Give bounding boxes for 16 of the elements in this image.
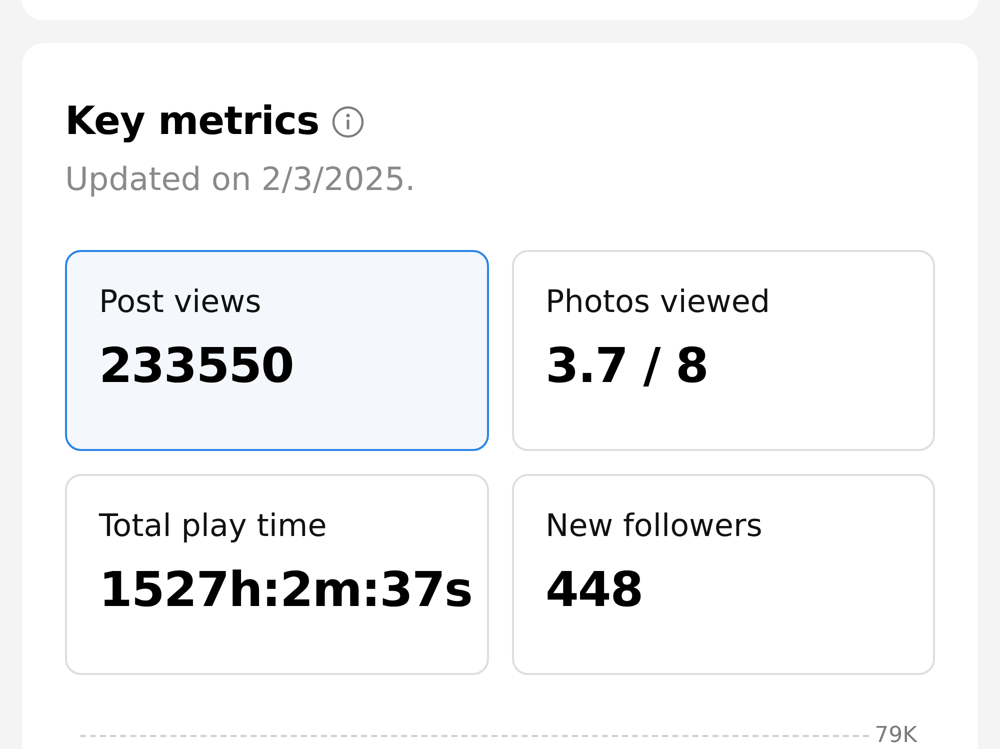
updated-date-text: Updated on 2/3/2025. xyxy=(65,160,416,198)
metric-value: 448 xyxy=(546,562,643,618)
section-title: Key metrics xyxy=(65,98,320,146)
metric-card[interactable]: Post views 233550 xyxy=(65,250,488,451)
metric-value: 3.7 / 8 xyxy=(546,338,708,394)
metric-card[interactable]: Photos viewed 3.7 / 8 xyxy=(512,250,935,451)
metric-card[interactable]: Total play time 1527h:2m:37s xyxy=(65,474,488,675)
metric-label: New followers xyxy=(546,508,762,545)
axis-label: 79K xyxy=(874,725,918,747)
metric-label: Post views xyxy=(99,284,262,321)
metric-value: 1527h:2m:37s xyxy=(99,562,472,618)
metric-card[interactable]: New followers 448 xyxy=(512,474,935,675)
metric-label: Photos viewed xyxy=(546,284,770,321)
metric-value: 233550 xyxy=(99,338,294,394)
info-icon[interactable] xyxy=(332,106,364,138)
metric-label: Total play time xyxy=(99,508,327,545)
